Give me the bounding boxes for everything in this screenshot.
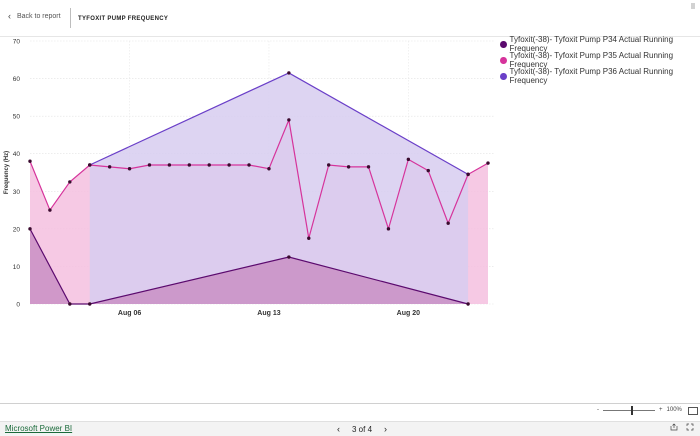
next-page-button[interactable]: › [384, 424, 387, 434]
y-tick-label: 10 [13, 264, 21, 271]
x-tick-label: Aug 13 [257, 310, 280, 317]
zoom-level: 100% [666, 407, 682, 413]
y-tick-label: 20 [13, 226, 21, 233]
data-point-p34 [28, 227, 32, 231]
data-point-p36 [466, 172, 470, 177]
data-point-p35 [366, 165, 371, 169]
page-navigator: ‹ 3 of 4 › [337, 424, 387, 434]
zoom-slider-thumb[interactable] [631, 405, 633, 415]
legend-item-p36[interactable]: Tyfoxit(-38)- Tyfoxit Pump P36 Actual Ru… [500, 67, 700, 85]
data-point-p35 [406, 157, 411, 162]
y-tick-label: 0 [16, 302, 20, 309]
legend-item-p34[interactable]: Tyfoxit(-38)- Tyfoxit Pump P34 Actual Ru… [500, 35, 700, 53]
data-point-p35 [167, 163, 172, 167]
data-point-p36 [88, 163, 92, 167]
share-icon[interactable] [670, 423, 678, 431]
y-axis-label: Frequency (Hz) [4, 151, 10, 194]
data-point-p35 [346, 165, 351, 169]
data-point-p35 [28, 159, 32, 163]
fit-to-page-icon[interactable] [688, 407, 698, 415]
footer-divider [0, 403, 700, 404]
page-indicator: 3 of 4 [352, 424, 373, 434]
fullscreen-icon[interactable] [686, 423, 694, 431]
header-divider [70, 8, 71, 28]
legend-marker-p34 [500, 40, 507, 48]
data-point-p35 [307, 236, 311, 240]
page-title: TYFOXIT PUMP FREQUENCY [78, 16, 169, 22]
data-point-p35 [326, 163, 331, 167]
y-tick-label: 30 [13, 189, 21, 196]
zoom-control: - + 100% [597, 405, 682, 415]
chevron-left-icon: ‹ [8, 11, 11, 21]
data-point-p35 [486, 161, 490, 165]
legend-marker-p36 [500, 72, 507, 80]
data-point-p35 [207, 163, 211, 167]
power-bi-link[interactable]: Microsoft Power BI [5, 424, 72, 433]
data-point-p35 [446, 221, 450, 225]
data-point-p35 [187, 163, 192, 167]
data-point-p35 [426, 168, 430, 173]
x-tick-label: Aug 06 [118, 310, 141, 317]
legend-marker-p35 [500, 56, 507, 64]
data-point-p35 [127, 167, 132, 171]
data-point-p34 [466, 302, 470, 306]
data-point-p36 [287, 71, 291, 75]
chart-legend: Tyfoxit(-38)- Tyfoxit Pump P34 Actual Ru… [500, 35, 700, 85]
data-point-p35 [48, 208, 52, 212]
options-icon[interactable] [689, 2, 697, 10]
data-point-p35 [267, 167, 271, 171]
zoom-out-button[interactable]: - [597, 407, 599, 413]
legend-label-p36: Tyfoxit(-38)- Tyfoxit Pump P36 Actual Ru… [509, 67, 674, 85]
legend-item-p35[interactable]: Tyfoxit(-38)- Tyfoxit Pump P35 Actual Ru… [500, 51, 700, 69]
x-tick-label: Aug 20 [397, 310, 420, 317]
data-point-p35 [227, 163, 231, 167]
zoom-slider[interactable] [603, 405, 655, 415]
y-tick-label: 70 [13, 39, 21, 46]
data-point-p34 [287, 255, 291, 259]
y-tick-label: 60 [13, 76, 21, 83]
back-to-report-button[interactable]: ‹ Back to report [8, 11, 61, 21]
prev-page-button[interactable]: ‹ [337, 424, 340, 434]
zoom-in-button[interactable]: + [659, 407, 663, 413]
header-bar: ‹ Back to report TYFOXIT PUMP FREQUENCY [0, 0, 700, 37]
data-point-p35 [287, 118, 291, 122]
data-point-p35 [386, 227, 391, 231]
data-point-p35 [247, 163, 251, 167]
y-tick-label: 50 [13, 114, 21, 121]
data-point-p35 [68, 180, 72, 184]
data-point-p35 [147, 163, 152, 167]
back-label: Back to report [17, 12, 61, 20]
data-point-p34 [88, 302, 92, 306]
y-tick-label: 40 [13, 151, 21, 158]
data-point-p35 [107, 165, 112, 169]
data-point-p34 [68, 302, 72, 306]
